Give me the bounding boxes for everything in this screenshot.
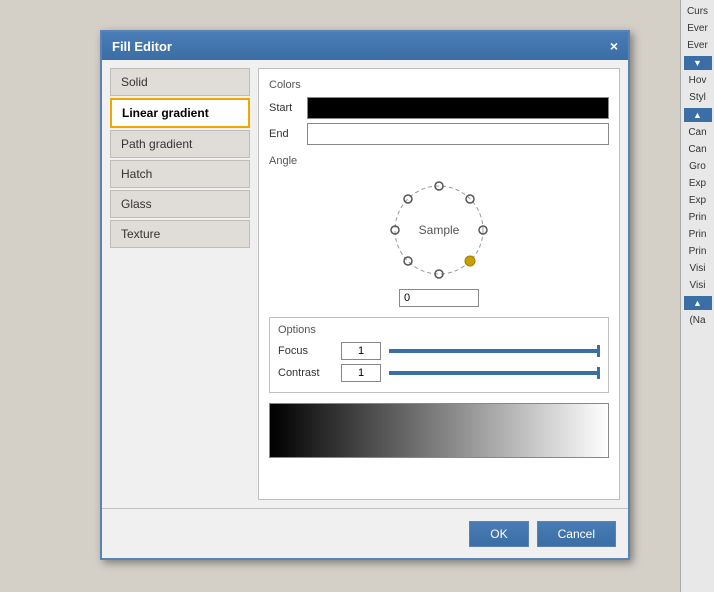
right-panel-item: Styl: [681, 90, 714, 105]
right-panel-item: Curs: [681, 4, 714, 19]
angle-circle[interactable]: Sample: [384, 175, 494, 285]
focus-label: Focus: [278, 345, 333, 357]
angle-header: Angle: [269, 155, 609, 167]
fill-type-linear-gradient[interactable]: Linear gradient: [110, 98, 250, 128]
color-start-label: Start: [269, 102, 299, 114]
color-end-row: End: [269, 123, 609, 145]
right-panel-arrow-down[interactable]: ▼: [684, 56, 712, 70]
contrast-slider-fill: [389, 371, 600, 375]
right-panel-item: Gro: [681, 159, 714, 174]
focus-slider-fill: [389, 349, 600, 353]
contrast-slider-track: [389, 371, 600, 375]
right-panel-item: Exp: [681, 176, 714, 191]
angle-input[interactable]: [399, 289, 479, 307]
color-end-swatch[interactable]: [307, 123, 609, 145]
fill-type-solid[interactable]: Solid: [110, 68, 250, 96]
options-header: Options: [278, 324, 600, 336]
fill-type-texture[interactable]: Texture: [110, 220, 250, 248]
focus-row: Focus: [278, 342, 600, 360]
right-panel-item: Can: [681, 142, 714, 157]
focus-slider-thumb[interactable]: [597, 345, 600, 357]
right-panel-item: Visi: [681, 261, 714, 276]
dialog-titlebar: Fill Editor ×: [102, 32, 628, 60]
right-panel-item: Exp: [681, 193, 714, 208]
fill-settings-panel: Colors Start End Angle: [258, 68, 620, 500]
right-panel-item: Hov: [681, 73, 714, 88]
contrast-row: Contrast: [278, 364, 600, 382]
angle-svg: Sample: [384, 175, 494, 285]
dialog-footer: OK Cancel: [102, 508, 628, 558]
right-panel-item: Prin: [681, 227, 714, 242]
color-start-swatch[interactable]: [307, 97, 609, 119]
dialog-body: Solid Linear gradient Path gradient Hatc…: [102, 60, 628, 508]
fill-types-list: Solid Linear gradient Path gradient Hatc…: [110, 68, 250, 500]
dialog-title: Fill Editor: [112, 39, 172, 54]
right-panel: Curs Ever Ever ▼ Hov Styl ▲ Can Can Gro …: [680, 0, 714, 592]
ok-button[interactable]: OK: [469, 521, 528, 547]
contrast-slider-thumb[interactable]: [597, 367, 600, 379]
right-panel-item: Ever: [681, 38, 714, 53]
right-panel-item: Visi: [681, 278, 714, 293]
fill-editor-dialog: Fill Editor × Solid Linear gradient Path…: [100, 30, 630, 560]
fill-type-path-gradient[interactable]: Path gradient: [110, 130, 250, 158]
right-panel-item: (Na: [681, 313, 714, 328]
fill-type-hatch[interactable]: Hatch: [110, 160, 250, 188]
right-panel-arrow-up[interactable]: ▲: [684, 108, 712, 122]
contrast-label: Contrast: [278, 367, 333, 379]
contrast-input[interactable]: [341, 364, 381, 382]
colors-header: Colors: [269, 79, 609, 91]
gradient-preview: [269, 403, 609, 458]
right-panel-item: Can: [681, 125, 714, 140]
right-panel-item: Prin: [681, 244, 714, 259]
color-start-row: Start: [269, 97, 609, 119]
angle-section: Angle Sample: [269, 155, 609, 307]
right-panel-item: Ever: [681, 21, 714, 36]
angle-circle-container: Sample: [269, 175, 609, 307]
options-section: Options Focus Contrast: [269, 317, 609, 393]
color-end-label: End: [269, 128, 299, 140]
focus-input[interactable]: [341, 342, 381, 360]
focus-slider-track: [389, 349, 600, 353]
right-panel-item: Prin: [681, 210, 714, 225]
colors-section: Colors Start End: [269, 79, 609, 145]
cancel-button[interactable]: Cancel: [537, 521, 616, 547]
right-panel-arrow-down2[interactable]: ▲: [684, 296, 712, 310]
dialog-close-button[interactable]: ×: [610, 39, 618, 53]
svg-text:Sample: Sample: [419, 223, 460, 237]
fill-type-glass[interactable]: Glass: [110, 190, 250, 218]
